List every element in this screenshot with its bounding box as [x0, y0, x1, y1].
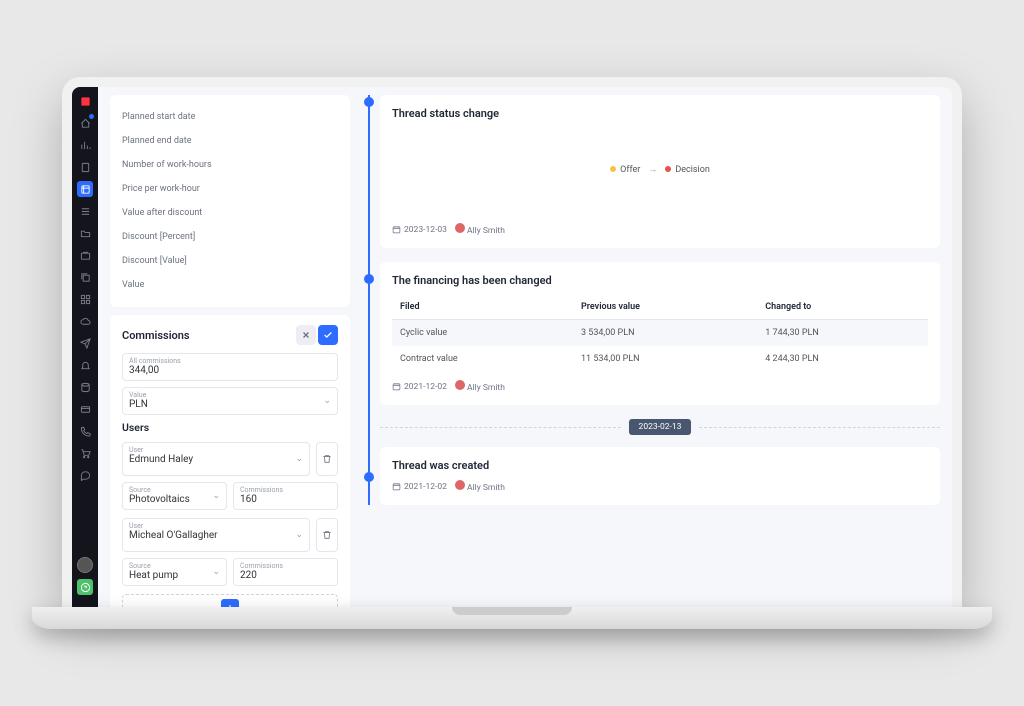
timeline-node-icon	[364, 472, 374, 482]
app-logo-icon[interactable]	[77, 93, 93, 109]
users-subtitle: Users	[122, 421, 338, 434]
nav-grid-icon[interactable]	[77, 291, 93, 307]
calendar-icon	[392, 382, 401, 391]
calendar-icon	[392, 225, 401, 234]
commissions-title: Commissions	[122, 329, 190, 342]
author-label: Ally Smith	[455, 480, 505, 493]
date-chip: 2023-02-13	[629, 419, 692, 435]
cancel-button[interactable]	[296, 325, 316, 345]
nav-threads-icon[interactable]	[77, 181, 93, 197]
date-label: 2023-12-03	[392, 225, 447, 235]
app-screen: Planned start date Planned end date Numb…	[72, 87, 952, 607]
nav-briefcase-icon[interactable]	[77, 247, 93, 263]
date-label: 2021-12-02	[392, 482, 447, 492]
timeline-column: Thread status change Offer → Decision 20…	[358, 87, 952, 607]
status-dot-icon	[665, 166, 671, 172]
nav-bell-icon[interactable]	[77, 357, 93, 373]
field-label[interactable]: Discount [Percent]	[122, 225, 338, 249]
commission-input[interactable]: Commissions 220	[233, 558, 338, 586]
left-column: Planned start date Planned end date Numb…	[98, 87, 358, 607]
author-label: Ally Smith	[455, 223, 505, 236]
user-select[interactable]: User Edmund Haley ⌄	[122, 442, 310, 476]
table-row: Cyclic value 3 534,00 PLN 1 744,30 PLN	[392, 320, 928, 347]
status-change-card: Thread status change Offer → Decision 20…	[380, 95, 940, 248]
field-label[interactable]: Price per work-hour	[122, 177, 338, 201]
nav-analytics-icon[interactable]	[77, 137, 93, 153]
details-card: Planned start date Planned end date Numb…	[110, 95, 350, 307]
nav-copy-icon[interactable]	[77, 269, 93, 285]
delete-user-button[interactable]	[316, 442, 338, 476]
add-user-row: +	[122, 594, 338, 607]
field-label[interactable]: Value after discount	[122, 201, 338, 225]
timeline-node-icon	[364, 274, 374, 284]
user-select[interactable]: User Micheal O'Gallagher ⌄	[122, 518, 310, 552]
nav-cart-icon[interactable]	[77, 445, 93, 461]
nav-cloud-icon[interactable]	[77, 313, 93, 329]
source-select[interactable]: Source Photovoltaics ⌄	[122, 482, 227, 510]
author-label: Ally Smith	[455, 380, 505, 393]
nav-chat-icon[interactable]	[77, 467, 93, 483]
chevron-down-icon: ⌄	[323, 396, 331, 406]
sidebar-nav	[72, 87, 98, 607]
user-row: User Edmund Haley ⌄ Source Photovoltaics	[122, 442, 338, 510]
timeline: Thread status change Offer → Decision 20…	[362, 95, 940, 505]
user-row: User Micheal O'Gallagher ⌄ Source Heat p…	[122, 518, 338, 586]
delete-user-button[interactable]	[316, 518, 338, 552]
calendar-icon	[392, 482, 401, 491]
timeline-line	[368, 95, 370, 505]
nav-phone-icon[interactable]	[77, 423, 93, 439]
date-separator: 2023-02-13	[380, 419, 940, 435]
currency-select[interactable]: Value PLN ⌄	[122, 387, 338, 415]
nav-home-icon[interactable]	[77, 115, 93, 131]
card-title: Thread was created	[392, 459, 928, 472]
field-label[interactable]: Planned start date	[122, 105, 338, 129]
nav-send-icon[interactable]	[77, 335, 93, 351]
col-new: Changed to	[757, 295, 928, 320]
date-label: 2021-12-02	[392, 382, 447, 392]
commissions-card: Commissions All commissions 344,00	[110, 315, 350, 607]
avatar-icon	[455, 223, 465, 233]
timeline-node-icon	[364, 97, 374, 107]
chevron-down-icon: ⌄	[295, 530, 303, 540]
avatar-icon	[455, 480, 465, 490]
chevron-down-icon: ⌄	[212, 491, 220, 501]
field-label[interactable]: Number of work-hours	[122, 153, 338, 177]
laptop-base	[32, 607, 992, 629]
source-select[interactable]: Source Heat pump ⌄	[122, 558, 227, 586]
nav-support-icon[interactable]	[77, 579, 93, 595]
chevron-down-icon: ⌄	[212, 567, 220, 577]
nav-db-icon[interactable]	[77, 379, 93, 395]
financing-change-card: The financing has been changed Filed Pre…	[380, 262, 940, 405]
card-title: Thread status change	[392, 107, 928, 120]
nav-folder-icon[interactable]	[77, 225, 93, 241]
avatar-icon	[455, 380, 465, 390]
status-dot-icon	[610, 166, 616, 172]
laptop-frame: Planned start date Planned end date Numb…	[62, 77, 962, 607]
field-label[interactable]: Value	[122, 273, 338, 297]
nav-card-icon[interactable]	[77, 401, 93, 417]
field-label[interactable]: Discount [Value]	[122, 249, 338, 273]
table-row: Contract value 11 534,00 PLN 4 244,30 PL…	[392, 346, 928, 372]
notification-dot-icon	[89, 114, 94, 119]
confirm-button[interactable]	[318, 325, 338, 345]
commission-input[interactable]: Commissions 160	[233, 482, 338, 510]
field-label[interactable]: Planned end date	[122, 129, 338, 153]
user-avatar-icon[interactable]	[77, 557, 93, 573]
chevron-down-icon: ⌄	[295, 454, 303, 464]
nav-doc-icon[interactable]	[77, 159, 93, 175]
change-table: Filed Previous value Changed to Cyclic v…	[392, 295, 928, 372]
col-prev: Previous value	[573, 295, 757, 320]
status-transition: Offer → Decision	[392, 128, 928, 215]
thread-created-card: Thread was created 2021-12-02 Ally Smith	[380, 447, 940, 505]
card-title: The financing has been changed	[392, 274, 928, 287]
col-field: Filed	[392, 295, 573, 320]
add-user-button[interactable]: +	[221, 599, 239, 607]
nav-list-icon[interactable]	[77, 203, 93, 219]
arrow-right-icon: →	[648, 164, 657, 175]
all-commissions-input[interactable]: All commissions 344,00	[122, 353, 338, 381]
